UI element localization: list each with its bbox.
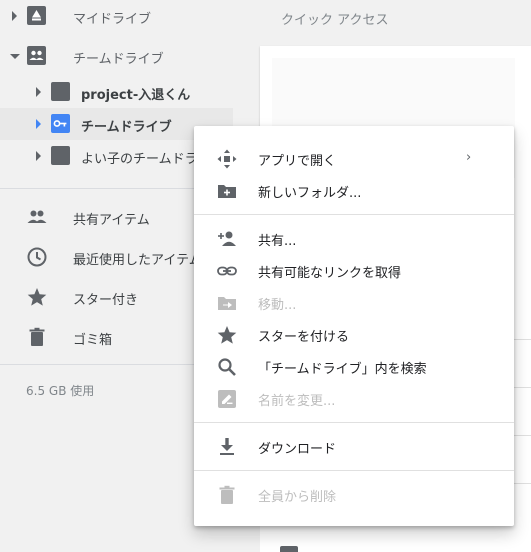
- open-with-icon: [216, 148, 238, 170]
- context-menu: アプリで開く › 新しいフォルダ... 共有... 共有可能なリンクを取得 移動…: [194, 126, 514, 526]
- new-folder-icon: [216, 180, 238, 202]
- menu-item-new-folder[interactable]: 新しいフォルダ...: [194, 174, 514, 206]
- menu-item-label: ダウンロード: [258, 442, 337, 457]
- menu-item-label: 名前を変更...: [258, 394, 336, 409]
- storage-usage: 6.5 GB 使用: [26, 384, 95, 398]
- star-icon: [216, 324, 238, 346]
- sidebar-item-label: 最近使用したアイテム: [73, 253, 202, 268]
- menu-item-search-within[interactable]: 「チームドライブ」内を検索: [194, 350, 514, 382]
- menu-item-open-with[interactable]: アプリで開く ›: [194, 142, 514, 174]
- chevron-right-icon[interactable]: [36, 151, 41, 161]
- menu-separator: [194, 422, 514, 423]
- file-list-divider: [514, 435, 531, 436]
- sidebar-item-label: ゴミ箱: [73, 333, 113, 348]
- download-icon: [216, 436, 238, 458]
- menu-item-move[interactable]: 移動...: [194, 286, 514, 318]
- menu-item-label: 新しいフォルダ...: [258, 186, 362, 201]
- sidebar-item-label: スター付き: [73, 293, 139, 308]
- edit-icon: [216, 388, 238, 410]
- team-drive-icon: [27, 46, 46, 65]
- menu-item-get-link[interactable]: 共有可能なリンクを取得: [194, 254, 514, 286]
- sidebar-item-my-drive[interactable]: マイドライブ: [0, 0, 260, 32]
- chevron-right-icon[interactable]: [12, 11, 17, 21]
- sidebar-item-label: 共有アイテム: [73, 213, 150, 228]
- sidebar-item-project[interactable]: project-入退くん: [0, 76, 260, 108]
- menu-item-label: 共有...: [258, 234, 297, 249]
- team-drive-icon: [51, 82, 70, 101]
- menu-item-label: 共有可能なリンクを取得: [258, 266, 402, 281]
- menu-item-label: 移動...: [258, 298, 297, 313]
- sidebar-item-label: チームドライブ: [81, 120, 172, 135]
- team-drive-icon: [51, 146, 70, 165]
- menu-item-label: 「チームドライブ」内を検索: [258, 362, 427, 377]
- folder-icon: [280, 546, 298, 552]
- file-list-divider: [514, 387, 531, 388]
- menu-separator: [194, 470, 514, 471]
- search-icon: [216, 356, 238, 378]
- chevron-right-icon: ›: [466, 150, 472, 165]
- menu-item-rename[interactable]: 名前を変更...: [194, 382, 514, 414]
- menu-item-share[interactable]: 共有...: [194, 222, 514, 254]
- menu-item-remove-all[interactable]: 全員から削除: [194, 478, 514, 510]
- sidebar-item-label: project-入退くん: [81, 88, 191, 103]
- trash-icon: [26, 326, 48, 348]
- menu-item-label: スターを付ける: [258, 330, 350, 345]
- file-list-divider: [514, 483, 531, 484]
- person-add-icon: [216, 228, 238, 250]
- drive-icon: [27, 6, 46, 25]
- menu-item-label: 全員から削除: [258, 490, 337, 505]
- file-list-divider: [514, 339, 531, 340]
- chevron-right-icon[interactable]: [36, 87, 41, 97]
- link-icon: [216, 260, 238, 282]
- chevron-right-icon[interactable]: [36, 119, 41, 129]
- move-icon: [216, 292, 238, 314]
- people-icon: [26, 206, 48, 228]
- chevron-down-icon[interactable]: [10, 54, 20, 59]
- star-icon: [26, 286, 48, 308]
- trash-icon: [216, 484, 238, 506]
- quick-access-title: クイック アクセス: [281, 13, 389, 28]
- clock-icon: [26, 246, 48, 268]
- key-drive-icon: [51, 114, 70, 133]
- sidebar-item-label: チームドライブ: [73, 52, 164, 67]
- menu-item-add-star[interactable]: スターを付ける: [194, 318, 514, 350]
- menu-item-download[interactable]: ダウンロード: [194, 430, 514, 462]
- menu-item-label: アプリで開く: [258, 154, 337, 169]
- menu-separator: [194, 214, 514, 215]
- sidebar-item-team-drives[interactable]: チームドライブ: [0, 40, 260, 72]
- sidebar-item-label: マイドライブ: [73, 12, 152, 27]
